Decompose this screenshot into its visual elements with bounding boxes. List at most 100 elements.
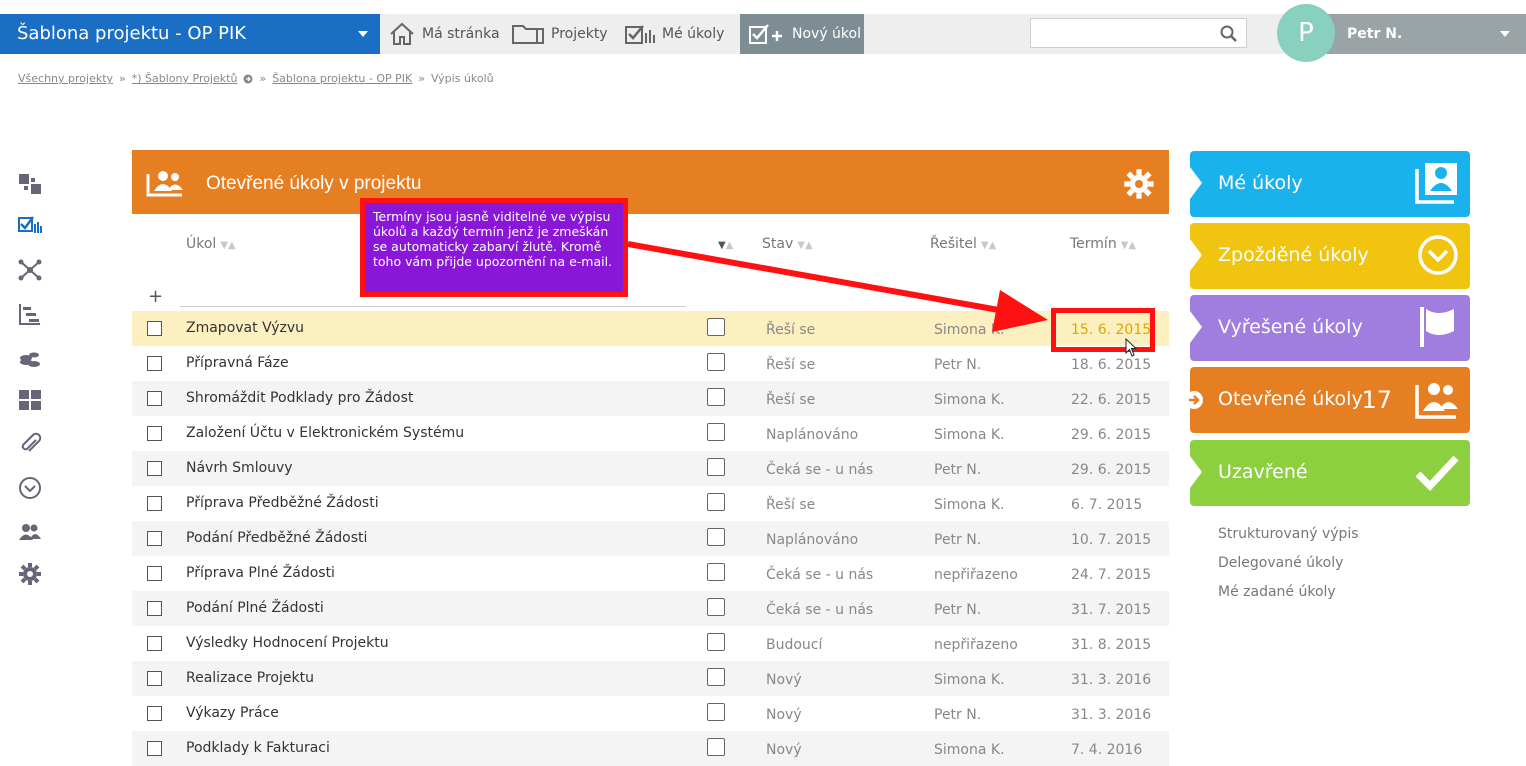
- table-row[interactable]: Zmapovat Výzvu Řeší se Simona K. 15. 6. 201…: [132, 311, 1169, 346]
- row-secondary-checkbox[interactable]: [707, 703, 725, 721]
- gear-icon[interactable]: [1123, 168, 1155, 200]
- task-name[interactable]: Shromáždit Podklady pro Žádost: [186, 390, 413, 406]
- row-checkbox[interactable]: [147, 496, 162, 511]
- task-name[interactable]: Podání Předběžné Žádosti: [186, 530, 367, 546]
- row-secondary-checkbox[interactable]: [707, 423, 725, 441]
- coins-icon[interactable]: [18, 346, 42, 370]
- tile-people[interactable]: Otevřené úkoly 17: [1185, 367, 1470, 433]
- link-delegated-tasks[interactable]: Delegované úkoly: [1218, 555, 1343, 571]
- row-checkbox[interactable]: [147, 741, 162, 756]
- row-secondary-checkbox[interactable]: [707, 598, 725, 616]
- breadcrumb-all-projects[interactable]: Všechny projekty: [18, 72, 113, 85]
- table-row[interactable]: Shromáždit Podklady pro Žádost Řeší se Sim…: [132, 381, 1169, 416]
- tasks-icon[interactable]: [18, 214, 42, 238]
- table-row[interactable]: Podání Plné Žádosti Čeká se - u nás Petr N…: [132, 591, 1169, 626]
- table-row[interactable]: Podání Předběžné Žádosti Naplánováno Petr …: [132, 521, 1169, 556]
- row-checkbox[interactable]: [147, 531, 162, 546]
- row-checkbox[interactable]: [147, 671, 162, 686]
- grid-icon[interactable]: [18, 388, 42, 412]
- search-icon[interactable]: [1220, 25, 1238, 43]
- nav-my-tasks[interactable]: Mé úkoly: [624, 14, 724, 54]
- sort-icon[interactable]: ▼▲: [220, 240, 235, 251]
- task-name[interactable]: Přípravná Fáze: [186, 355, 289, 371]
- table-row[interactable]: Výsledky Hodnocení Projektu Budoucí nepřiř…: [132, 626, 1169, 661]
- table-row[interactable]: Podklady k Fakturaci Nový Simona K. 7. 4. 2…: [132, 731, 1169, 766]
- row-checkbox[interactable]: [147, 391, 162, 406]
- nav-projects[interactable]: Projekty: [511, 14, 608, 54]
- sort-icon[interactable]: ▲: [726, 240, 734, 251]
- network-icon[interactable]: [18, 258, 42, 282]
- task-name[interactable]: Založení Účtu v Elektronickém Systému: [186, 425, 464, 441]
- row-checkbox[interactable]: [147, 321, 162, 336]
- task-name[interactable]: Zmapovat Výzvu: [186, 320, 304, 336]
- gantt-icon[interactable]: [18, 302, 42, 326]
- gear-icon[interactable]: [18, 562, 42, 586]
- chevron-down-icon[interactable]: [1500, 31, 1510, 37]
- tile-checkmark[interactable]: Uzavřené: [1190, 440, 1470, 506]
- row-secondary-checkbox[interactable]: [707, 353, 725, 371]
- row-checkbox[interactable]: [147, 636, 162, 651]
- tile-clock[interactable]: Zpožděné úkoly: [1190, 223, 1470, 289]
- row-checkbox[interactable]: [147, 601, 162, 616]
- row-secondary-checkbox[interactable]: [707, 563, 725, 581]
- clock-icon[interactable]: [18, 476, 42, 500]
- dashboard-icon[interactable]: [18, 172, 42, 196]
- user-name[interactable]: Petr N.: [1347, 14, 1402, 54]
- task-name[interactable]: Návrh Smlouvy: [186, 460, 293, 476]
- nav-my-page[interactable]: Má stránka: [388, 14, 500, 54]
- sort-icon[interactable]: ▼▲: [1121, 240, 1136, 251]
- table-row[interactable]: Přípravná Fáze Řeší se Petr N. 18. 6. 2015: [132, 346, 1169, 381]
- row-checkbox[interactable]: [147, 706, 162, 721]
- task-state: Čeká se - u nás: [766, 567, 874, 583]
- table-row[interactable]: Realizace Projektu Nový Simona K. 31. 3. 20…: [132, 661, 1169, 696]
- column-header-assignee[interactable]: Řešitel ▼▲: [930, 236, 996, 252]
- row-secondary-checkbox[interactable]: [707, 458, 725, 476]
- table-row[interactable]: Výkazy Práce Nový Petr N. 31. 3. 2016: [132, 696, 1169, 731]
- row-checkbox[interactable]: [147, 566, 162, 581]
- column-header-deadline[interactable]: Termín ▼▲: [1070, 236, 1136, 252]
- task-name[interactable]: Realizace Projektu: [186, 670, 314, 686]
- table-row[interactable]: Návrh Smlouvy Čeká se - u nás Petr N. 29. 6…: [132, 451, 1169, 486]
- row-checkbox[interactable]: [147, 426, 162, 441]
- sort-icon[interactable]: ▼▲: [797, 240, 812, 251]
- column-header-state[interactable]: Stav ▼▲: [762, 236, 813, 252]
- table-row[interactable]: Příprava Předběžné Žádosti Řeší se Simona …: [132, 486, 1169, 521]
- breadcrumb-project[interactable]: Šablona projektu - OP PIK: [272, 72, 412, 85]
- task-name[interactable]: Podání Plné Žádosti: [186, 600, 324, 616]
- task-name[interactable]: Podklady k Fakturaci: [186, 740, 330, 756]
- row-secondary-checkbox[interactable]: [707, 633, 725, 651]
- sort-icon[interactable]: ▼: [718, 240, 726, 251]
- attachment-icon[interactable]: [18, 432, 42, 456]
- row-secondary-checkbox[interactable]: [707, 388, 725, 406]
- project-selector[interactable]: Šablona projektu - OP PIK: [0, 14, 380, 54]
- tile-assignee[interactable]: Mé úkoly: [1190, 151, 1470, 217]
- search-box[interactable]: [1030, 18, 1247, 48]
- row-secondary-checkbox[interactable]: [707, 318, 725, 336]
- search-input[interactable]: [1037, 19, 1217, 45]
- add-task-button[interactable]: +: [148, 286, 163, 307]
- users-icon[interactable]: [18, 520, 42, 544]
- task-name[interactable]: Výkazy Práce: [186, 705, 279, 721]
- column-header-task[interactable]: Úkol ▼▲: [186, 236, 236, 252]
- info-icon[interactable]: [243, 74, 253, 84]
- table-row[interactable]: Založení Účtu v Elektronickém Systému Nap…: [132, 416, 1169, 451]
- row-checkbox[interactable]: [147, 461, 162, 476]
- breadcrumb-templates[interactable]: *) Šablony Projektů: [132, 72, 238, 85]
- task-name[interactable]: Příprava Předběžné Žádosti: [186, 495, 379, 511]
- row-secondary-checkbox[interactable]: [707, 668, 725, 686]
- task-name[interactable]: Příprava Plné Žádosti: [186, 565, 335, 581]
- add-task-input[interactable]: [180, 306, 686, 307]
- new-task-button[interactable]: Nový úkol: [740, 14, 864, 54]
- task-name[interactable]: Výsledky Hodnocení Projektu: [186, 635, 389, 651]
- row-secondary-checkbox[interactable]: [707, 528, 725, 546]
- avatar[interactable]: P: [1277, 4, 1335, 62]
- row-checkbox[interactable]: [147, 356, 162, 371]
- column-header-checkbox[interactable]: ▼▲: [714, 236, 733, 252]
- row-secondary-checkbox[interactable]: [707, 738, 725, 756]
- row-secondary-checkbox[interactable]: [707, 493, 725, 511]
- tile-flag[interactable]: Vyřešené úkoly: [1190, 295, 1470, 361]
- table-row[interactable]: Příprava Plné Žádosti Čeká se - u nás nepř…: [132, 556, 1169, 591]
- link-assigned-by-me[interactable]: Mé zadané úkoly: [1218, 584, 1336, 600]
- link-structured-list[interactable]: Strukturovaný výpis: [1218, 526, 1359, 542]
- sort-icon[interactable]: ▼▲: [981, 240, 996, 251]
